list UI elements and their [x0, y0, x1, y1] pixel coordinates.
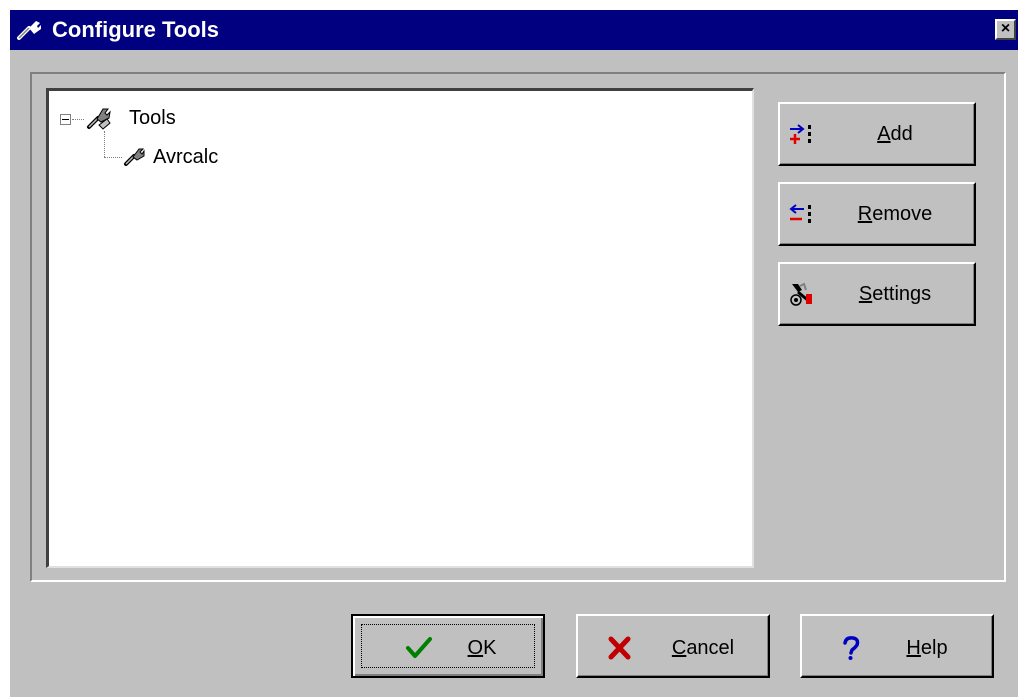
tree-connector [104, 157, 122, 158]
add-button-label: Add [877, 123, 913, 145]
close-icon: × [1000, 20, 1011, 37]
add-button[interactable]: Add [778, 102, 976, 166]
tree-connector [72, 119, 84, 120]
wrench-icon [17, 21, 41, 40]
tree-node-tools[interactable]: Tools [129, 106, 176, 130]
cancel-button-label: Cancel [671, 637, 735, 659]
wrench-icon [124, 148, 145, 166]
tools-wrench-icon [87, 108, 111, 130]
tree-connector [104, 131, 105, 157]
collapse-toggle-icon[interactable] [60, 114, 71, 125]
tree-node-avrcalc[interactable]: Avrcalc [153, 145, 218, 169]
settings-button-label: Settings [858, 283, 932, 305]
settings-button[interactable]: Settings [778, 262, 976, 326]
close-button[interactable]: × [995, 19, 1016, 40]
remove-button-label: Remove [857, 203, 933, 225]
settings-icon [790, 282, 812, 306]
remove-arrow-icon [789, 204, 811, 223]
help-button[interactable]: Help [800, 614, 994, 678]
ok-button-label: OK [467, 637, 497, 659]
remove-button[interactable]: Remove [778, 182, 976, 246]
ok-button[interactable]: OK [351, 614, 545, 678]
checkmark-icon [406, 637, 432, 658]
tools-tree-view[interactable]: Tools Avrcalc [46, 88, 754, 568]
configure-tools-dialog: Configure Tools × Tools Avrcalc Add Remo… [10, 10, 1018, 697]
question-mark-icon [843, 636, 860, 660]
help-button-label: Help [906, 637, 948, 659]
cancel-button[interactable]: Cancel [576, 614, 770, 678]
x-mark-icon [608, 636, 631, 660]
window-title: Configure Tools [52, 17, 220, 42]
add-arrow-icon [790, 124, 811, 144]
title-bar[interactable]: Configure Tools × [10, 10, 1018, 50]
